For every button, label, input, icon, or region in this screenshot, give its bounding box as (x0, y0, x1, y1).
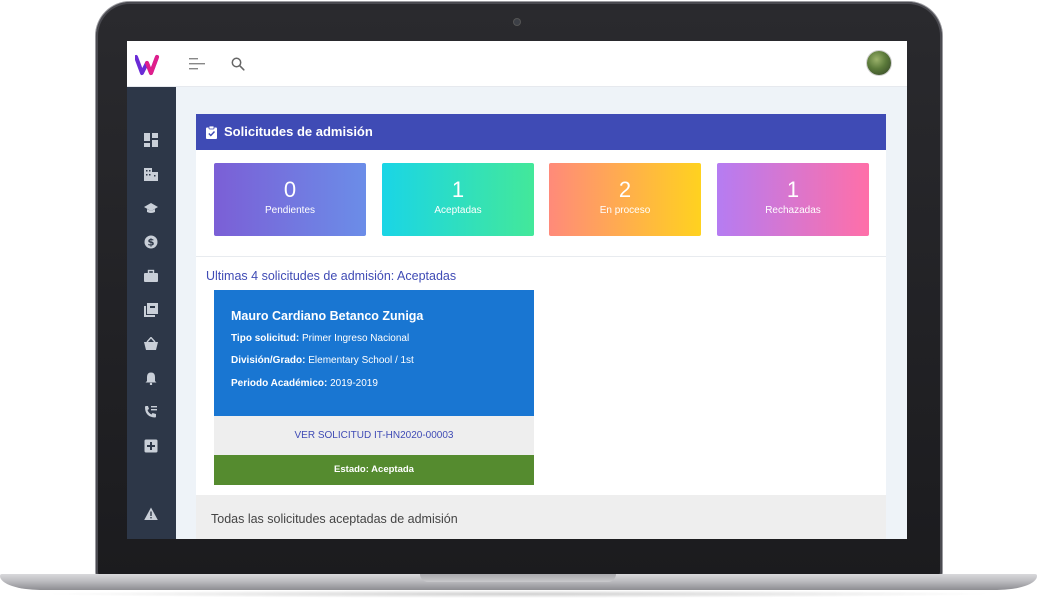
stat-card-en-proceso[interactable]: 2 En proceso (549, 163, 701, 236)
sidebar: $ (127, 87, 176, 539)
medical-box-icon (144, 439, 158, 453)
app-screen: $ Solicitudes de admisión 0 Pendientes 1… (127, 41, 907, 539)
menu-icon[interactable] (189, 58, 205, 70)
request-period-value: 2019-2019 (330, 378, 378, 389)
panel-body: 0 Pendientes 1 Aceptadas 2 En proceso 1 … (196, 150, 886, 495)
view-request-link[interactable]: VER SOLICITUD IT-HN2020-00003 (295, 430, 454, 441)
request-card: Mauro Cardiano Betanco Zuniga Tipo solic… (214, 290, 534, 485)
request-card-details: Mauro Cardiano Betanco Zuniga Tipo solic… (214, 290, 534, 416)
phone-list-icon (145, 406, 157, 418)
panel-header: Solicitudes de admisión (196, 114, 886, 150)
stat-value: 2 (618, 177, 632, 202)
sidebar-item-alerts[interactable] (141, 368, 161, 388)
stat-label: Rechazadas (765, 205, 821, 216)
sidebar-item-finance[interactable]: $ (141, 232, 161, 252)
request-type-label: Tipo solicitud: (231, 333, 300, 344)
warning-icon (144, 507, 158, 520)
divider (196, 256, 886, 257)
sidebar-item-warning[interactable] (141, 504, 161, 524)
sidebar-item-work[interactable] (141, 266, 161, 286)
dashboard-icon (144, 133, 158, 147)
avatar[interactable] (867, 51, 891, 75)
building-icon (144, 168, 158, 181)
sidebar-item-health[interactable] (141, 436, 161, 456)
section-title: Ultimas 4 solicitudes de admisión: Acept… (206, 269, 457, 283)
request-division-value: Elementary School / 1st (308, 355, 414, 366)
request-division-label: División/Grado: (231, 355, 306, 366)
dollar-icon: $ (144, 235, 158, 249)
all-requests-section: Todas las solicitudes aceptadas de admis… (196, 495, 886, 539)
stat-value: 1 (786, 177, 800, 202)
briefcase-icon (144, 269, 158, 282)
stat-value: 1 (451, 177, 465, 202)
library-icon (144, 303, 158, 317)
sidebar-item-building[interactable] (141, 164, 161, 184)
request-link-row: VER SOLICITUD IT-HN2020-00003 (214, 416, 534, 455)
stat-card-pendientes[interactable]: 0 Pendientes (214, 163, 366, 236)
request-period-label: Periodo Académico: (231, 378, 328, 389)
request-type-value: Primer Ingreso Nacional (301, 333, 410, 344)
graduation-cap-icon (144, 203, 158, 213)
logo-icon[interactable] (135, 54, 163, 76)
section-title-all: Todas las solicitudes aceptadas de admis… (211, 512, 458, 526)
stat-label: En proceso (599, 205, 651, 216)
stat-label: Pendientes (264, 205, 316, 216)
stat-label: Aceptadas (434, 205, 482, 216)
basket-icon (144, 337, 158, 350)
sidebar-item-store[interactable] (141, 334, 161, 354)
sidebar-item-dashboard[interactable] (141, 130, 161, 150)
page-title: Solicitudes de admisión (224, 124, 373, 139)
top-bar (127, 41, 907, 87)
sidebar-item-library[interactable] (141, 300, 161, 320)
status-badge: Estado: Aceptada (214, 455, 534, 485)
svg-text:$: $ (148, 238, 155, 249)
bell-icon (145, 372, 157, 385)
sidebar-item-contacts[interactable] (141, 402, 161, 422)
search-icon[interactable] (231, 57, 245, 71)
laptop-notch (420, 574, 616, 582)
request-period: Periodo Académico: 2019-2019 (231, 378, 378, 389)
laptop-shadow (40, 590, 997, 598)
stat-card-rechazadas[interactable]: 1 Rechazadas (717, 163, 869, 236)
clipboard-check-icon (206, 126, 217, 139)
camera-icon (514, 19, 520, 25)
request-type: Tipo solicitud: Primer Ingreso Nacional (231, 333, 409, 344)
stat-card-aceptadas[interactable]: 1 Aceptadas (382, 163, 534, 236)
request-division: División/Grado: Elementary School / 1st (231, 355, 414, 366)
stat-value: 0 (283, 177, 297, 202)
sidebar-item-academics[interactable] (141, 198, 161, 218)
applicant-name: Mauro Cardiano Betanco Zuniga (231, 309, 424, 323)
